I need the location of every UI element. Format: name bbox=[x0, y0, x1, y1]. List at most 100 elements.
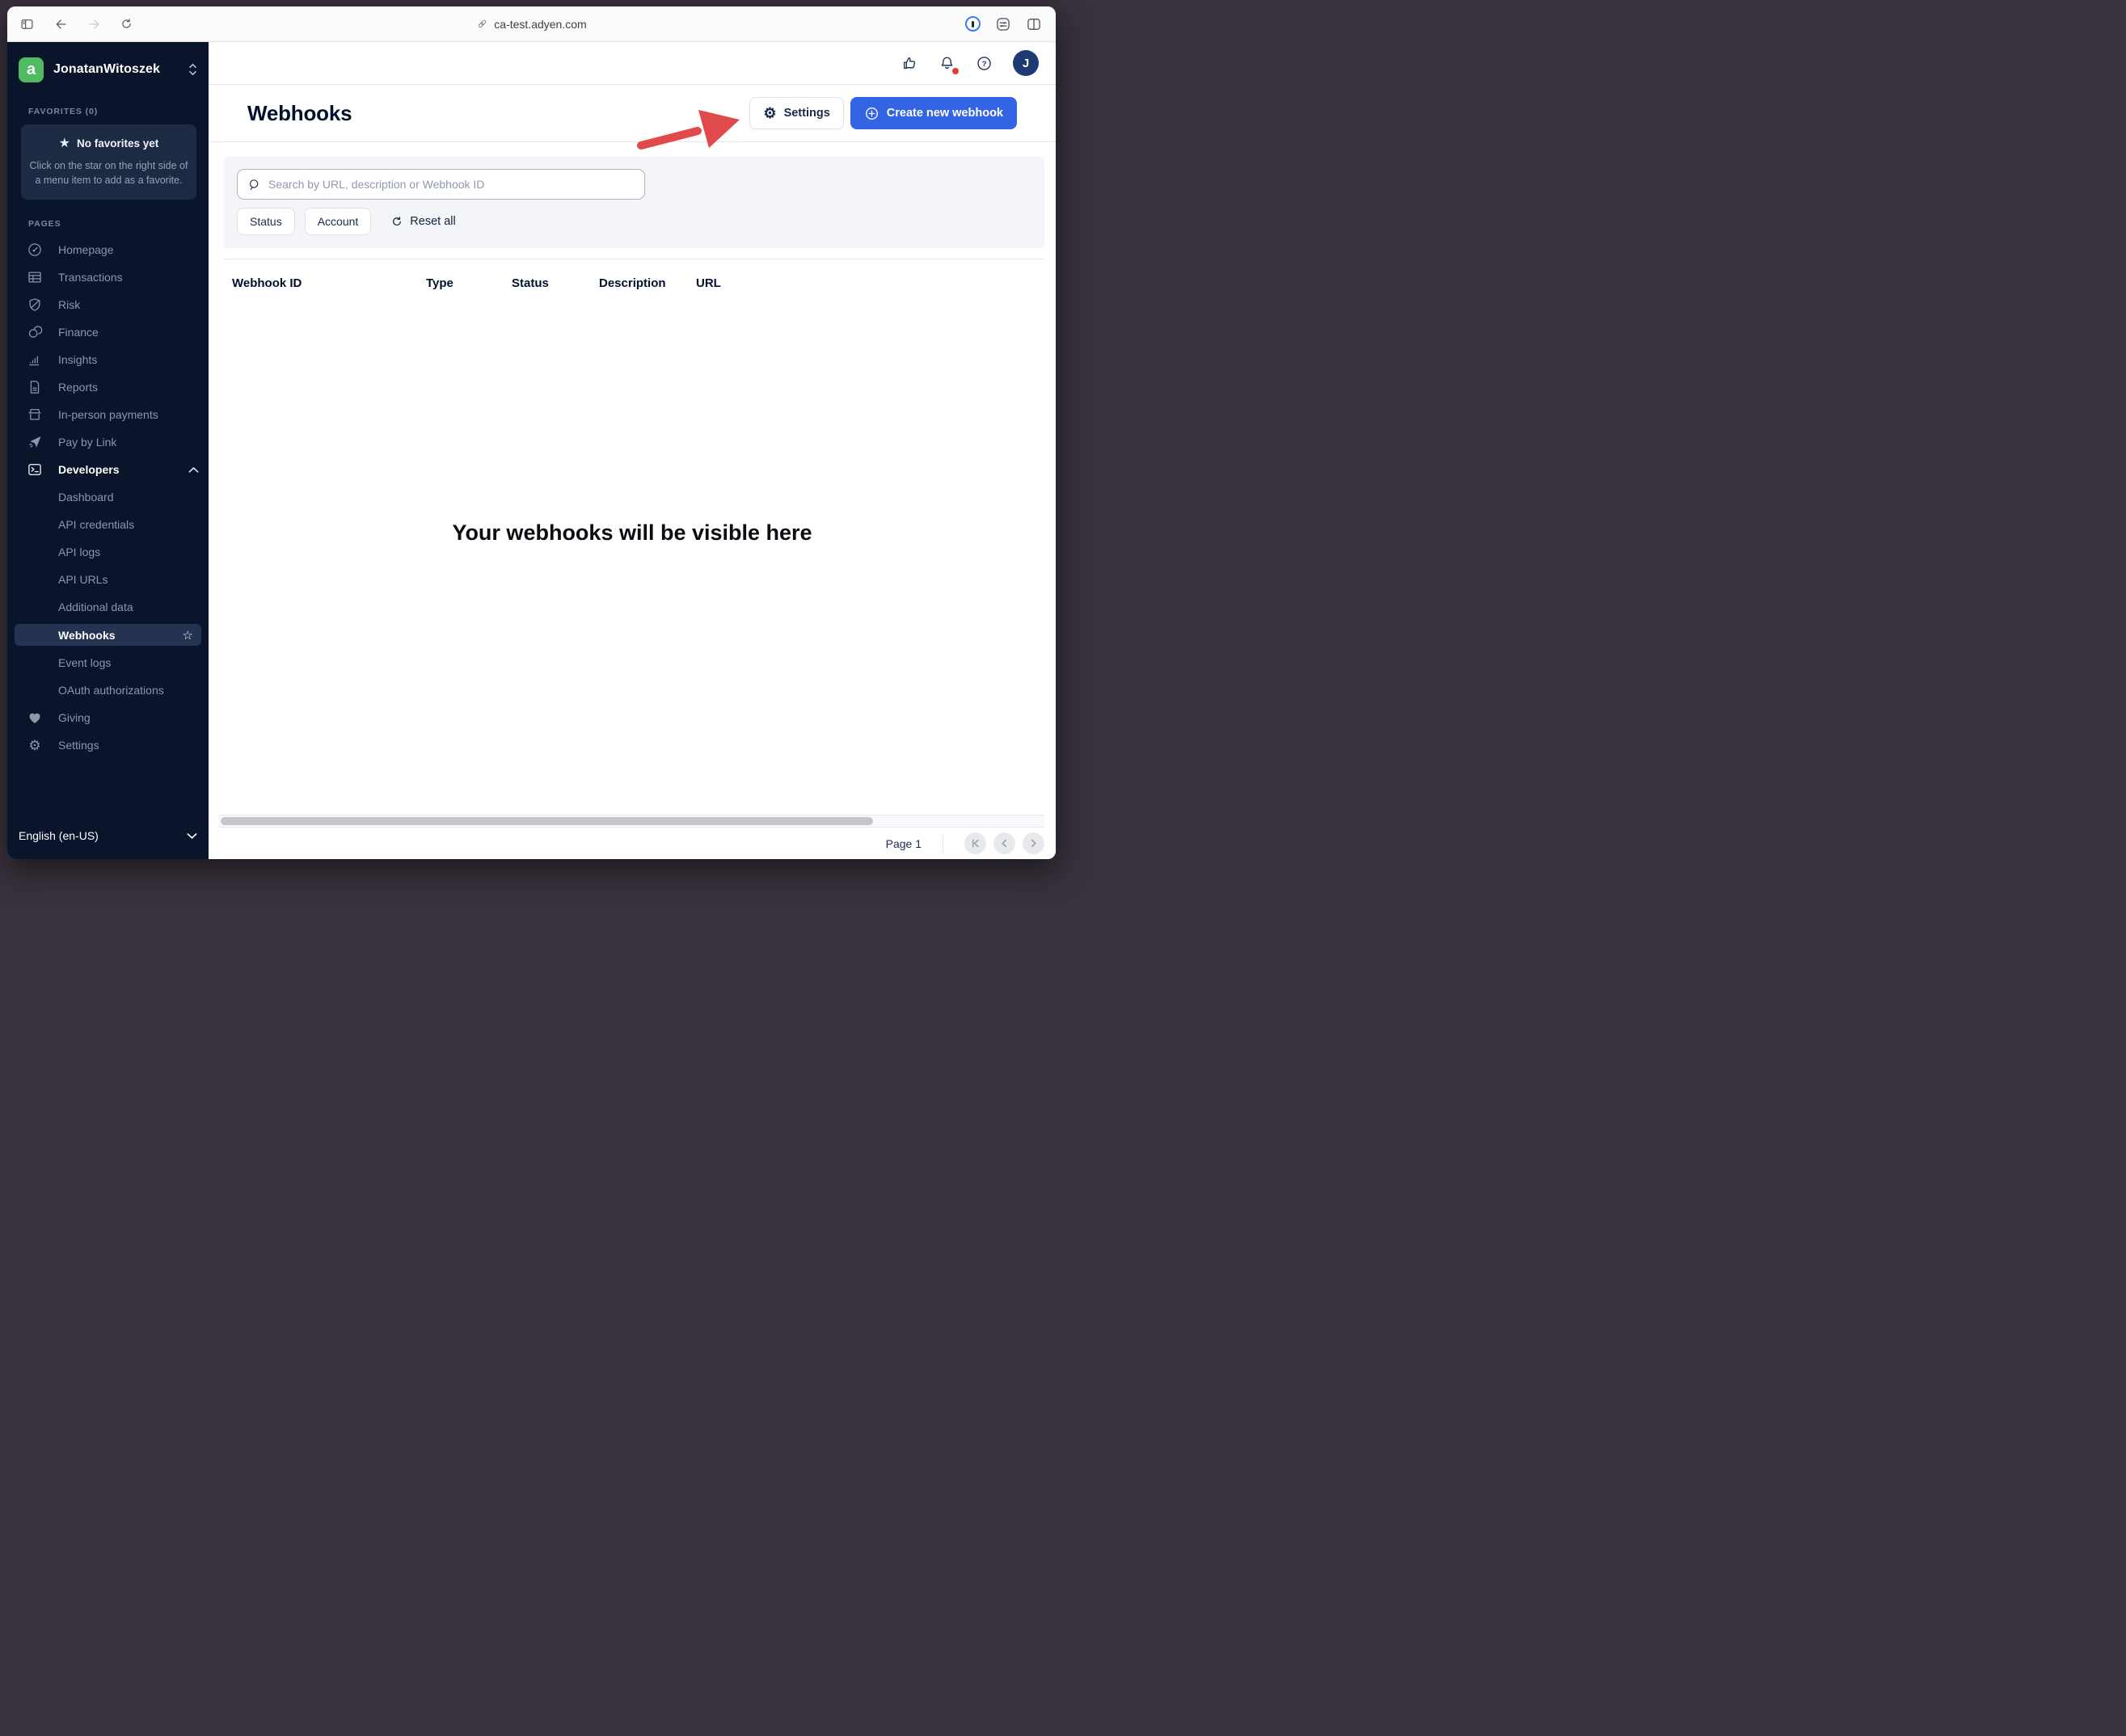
pages-section-label: PAGES bbox=[28, 219, 61, 230]
link-icon bbox=[478, 19, 487, 28]
notification-badge bbox=[952, 67, 959, 74]
favorites-empty-box: ★ No favorites yet Click on the star on … bbox=[21, 124, 196, 200]
browser-window: ca-test.adyen.com a JonatanWitoszek FAVO… bbox=[7, 6, 1056, 859]
gauge-icon bbox=[27, 242, 43, 258]
avatar[interactable]: J bbox=[1013, 50, 1039, 76]
account-switcher-chevrons-icon bbox=[188, 63, 197, 76]
column-header-url: URL bbox=[696, 276, 721, 290]
horizontal-scrollbar[interactable] bbox=[218, 815, 1044, 828]
coins-icon bbox=[27, 324, 43, 340]
sidebar-item-homepage[interactable]: Homepage bbox=[7, 236, 209, 263]
sidebar-item-reports[interactable]: Reports bbox=[7, 373, 209, 401]
gear-icon: ⚙ bbox=[28, 737, 41, 753]
sidebar-item-api-logs[interactable]: API logs bbox=[7, 538, 209, 566]
sidebar: a JonatanWitoszek FAVORITES (0) ★ No fav… bbox=[7, 42, 209, 859]
account-name: JonatanWitoszek bbox=[53, 62, 161, 76]
back-icon[interactable] bbox=[53, 17, 69, 32]
document-icon bbox=[27, 379, 43, 395]
sidebar-item-label: API credentials bbox=[58, 518, 135, 532]
search-box[interactable] bbox=[237, 169, 645, 200]
address-bar[interactable]: ca-test.adyen.com bbox=[7, 6, 1056, 41]
account-filter-button[interactable]: Account bbox=[304, 208, 372, 235]
webhook-settings-button[interactable]: ⚙ Settings bbox=[749, 97, 844, 129]
column-header-type: Type bbox=[426, 276, 453, 290]
status-filter-button[interactable]: Status bbox=[237, 208, 295, 235]
sidebar-item-label: Homepage bbox=[58, 243, 114, 257]
gear-icon: ⚙ bbox=[763, 105, 777, 121]
heart-icon bbox=[27, 710, 43, 726]
onepassword-icon[interactable] bbox=[965, 16, 981, 32]
sidebar-item-pay-by-link[interactable]: Pay by Link bbox=[7, 428, 209, 456]
split-view-icon[interactable] bbox=[1026, 16, 1042, 32]
sidebar-item-api-credentials[interactable]: API credentials bbox=[7, 511, 209, 538]
chevron-up-icon bbox=[188, 466, 199, 474]
adyen-logo: a bbox=[19, 57, 44, 82]
reload-icon[interactable] bbox=[120, 17, 133, 31]
favorite-star-icon[interactable]: ☆ bbox=[183, 628, 193, 643]
sidebar-item-oauth-authorizations[interactable]: OAuth authorizations bbox=[7, 676, 209, 704]
sidebar-item-insights[interactable]: Insights bbox=[7, 346, 209, 373]
favorites-empty-hint: Click on the star on the right side of a… bbox=[29, 160, 188, 187]
refresh-icon bbox=[393, 217, 402, 225]
sidebar-item-transactions[interactable]: Transactions bbox=[7, 263, 209, 291]
create-button-label: Create new webhook bbox=[886, 107, 1003, 120]
language-label: English (en-US) bbox=[19, 829, 99, 842]
plus-circle-icon bbox=[865, 107, 878, 120]
scrollbar-thumb[interactable] bbox=[221, 817, 874, 825]
sidebar-item-settings[interactable]: ⚙ Settings bbox=[7, 731, 209, 759]
table-header-row: Webhook ID Type Status Description URL bbox=[224, 259, 1044, 304]
sidebar-item-label: Dashboard bbox=[58, 491, 114, 504]
sidebar-item-label: API URLs bbox=[58, 573, 108, 587]
table-icon bbox=[27, 269, 43, 285]
sidebar-item-label: OAuth authorizations bbox=[58, 684, 164, 697]
sidebar-item-label: Settings bbox=[58, 739, 99, 752]
first-page-button[interactable] bbox=[964, 832, 986, 854]
next-page-button[interactable] bbox=[1023, 832, 1044, 854]
sidebar-item-additional-data[interactable]: Additional data bbox=[7, 593, 209, 621]
star-icon: ★ bbox=[58, 137, 71, 150]
pagination-footer: Page 1 bbox=[209, 828, 1056, 859]
sidebar-item-api-urls[interactable]: API URLs bbox=[7, 566, 209, 593]
previous-page-button[interactable] bbox=[993, 832, 1015, 854]
help-icon[interactable]: ? bbox=[976, 55, 993, 72]
page-title: Webhooks bbox=[247, 100, 352, 125]
sidebar-item-label: Finance bbox=[58, 326, 99, 339]
sidebar-toggle-icon[interactable] bbox=[19, 17, 36, 32]
sidebar-item-in-person-payments[interactable]: In-person payments bbox=[7, 401, 209, 428]
reset-all-button[interactable]: Reset all bbox=[390, 215, 456, 228]
sidebar-item-giving[interactable]: Giving bbox=[7, 704, 209, 731]
chevron-right-icon bbox=[1031, 839, 1036, 848]
sidebar-item-label: API logs bbox=[58, 546, 101, 559]
settings-button-label: Settings bbox=[783, 107, 830, 120]
shield-icon bbox=[27, 297, 43, 313]
svg-text:?: ? bbox=[982, 60, 987, 69]
sidebar-item-label: Event logs bbox=[58, 656, 112, 670]
first-page-icon bbox=[972, 839, 979, 848]
favorites-section-label: FAVORITES (0) bbox=[28, 107, 99, 116]
sidebar-item-webhooks[interactable]: Webhooks ☆ bbox=[15, 624, 201, 647]
create-new-webhook-button[interactable]: Create new webhook bbox=[850, 97, 1017, 129]
sidebar-item-label: Additional data bbox=[58, 600, 133, 614]
sidebar-item-label: Pay by Link bbox=[58, 436, 117, 449]
browser-settings-icon[interactable] bbox=[995, 16, 1011, 32]
empty-state-message: Your webhooks will be visible here bbox=[452, 520, 812, 545]
sidebar-item-developers[interactable]: Developers bbox=[7, 456, 209, 483]
sidebar-item-label: Giving bbox=[58, 711, 91, 725]
column-header-status: Status bbox=[512, 276, 549, 290]
sidebar-item-dashboard[interactable]: Dashboard bbox=[7, 483, 209, 511]
notifications-bell-icon[interactable] bbox=[939, 55, 959, 74]
terminal-icon bbox=[27, 461, 43, 478]
bar-chart-icon bbox=[27, 352, 43, 368]
column-header-description: Description bbox=[599, 276, 666, 290]
sidebar-item-label: In-person payments bbox=[58, 408, 158, 422]
sidebar-item-risk[interactable]: Risk bbox=[7, 291, 209, 318]
language-selector[interactable]: English (en-US) bbox=[19, 822, 197, 849]
paper-plane-icon bbox=[27, 434, 43, 450]
account-switcher[interactable]: a JonatanWitoszek bbox=[19, 52, 197, 87]
sidebar-item-event-logs[interactable]: Event logs bbox=[7, 649, 209, 676]
feedback-thumbs-up-icon[interactable] bbox=[901, 55, 918, 72]
sidebar-item-finance[interactable]: Finance bbox=[7, 318, 209, 346]
search-input[interactable] bbox=[268, 178, 635, 191]
browser-toolbar: ca-test.adyen.com bbox=[7, 6, 1056, 42]
store-icon bbox=[27, 407, 43, 423]
